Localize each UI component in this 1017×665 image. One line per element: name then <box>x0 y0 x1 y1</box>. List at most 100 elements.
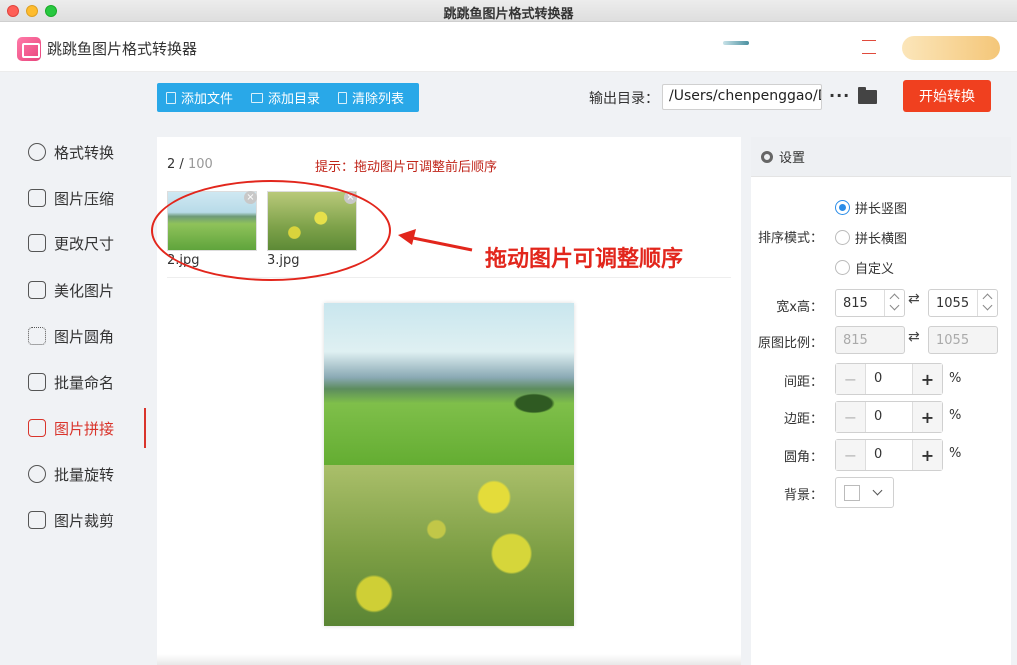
sidebar-item-crop[interactable]: 图片裁剪 <box>0 500 146 540</box>
file-toolbar: 添加文件 添加目录 清除列表 <box>157 83 419 112</box>
start-convert-button[interactable]: 开始转换 <box>903 80 991 112</box>
image-count-total: 100 <box>187 157 213 172</box>
sidebar-item-label: 格式转换 <box>54 143 115 162</box>
corner-value[interactable]: 0 <box>874 447 882 462</box>
crop-icon <box>28 511 46 529</box>
ratio-height-value: 1055 <box>936 333 970 348</box>
gear-icon <box>761 150 773 163</box>
increase-button[interactable]: + <box>912 440 942 470</box>
radio-icon <box>835 260 850 275</box>
spacing-stepper[interactable]: − 0 + <box>835 363 943 395</box>
drag-hint-text: 提示：拖动图片可调整前后顺序 <box>315 160 498 175</box>
rename-icon <box>28 373 46 391</box>
header-promo-banner[interactable] <box>902 36 1000 60</box>
add-file-button[interactable]: 添加文件 <box>157 83 242 112</box>
resize-icon <box>28 234 46 252</box>
ratio-label: 原图比例： <box>757 336 823 351</box>
sidebar-item-label: 批量命名 <box>54 373 115 392</box>
output-directory-input[interactable]: /Users/chenpenggao/D <box>662 84 822 110</box>
sidebar-item-compress[interactable]: 图片压缩 <box>0 178 146 218</box>
sidebar-item-label: 图片圆角 <box>54 327 115 346</box>
margin-stepper[interactable]: − 0 + <box>835 401 943 433</box>
add-file-label: 添加文件 <box>181 92 234 107</box>
sidebar-item-label: 美化图片 <box>54 281 115 300</box>
open-folder-icon[interactable] <box>858 87 877 104</box>
sort-option-label: 自定义 <box>855 262 895 277</box>
more-options-button[interactable]: ··· <box>829 86 850 105</box>
spacing-value[interactable]: 0 <box>874 371 882 386</box>
height-value: 1055 <box>936 296 970 311</box>
decrease-button[interactable]: − <box>836 440 866 470</box>
app-name: 跳跳鱼图片格式转换器 <box>47 40 198 58</box>
settings-title: 设置 <box>779 151 806 166</box>
corner-stepper[interactable]: − 0 + <box>835 439 943 471</box>
app-header: 跳跳鱼图片格式转换器 <box>0 22 1017 72</box>
radio-icon <box>835 230 850 245</box>
percent-unit: % <box>949 446 962 461</box>
margin-value[interactable]: 0 <box>874 409 882 424</box>
sidebar-item-format-convert[interactable]: 格式转换 <box>0 132 146 172</box>
sidebar-item-beautify[interactable]: 美化图片 <box>0 270 146 310</box>
header-decoration-icon <box>723 41 749 45</box>
swap-dimensions-icon[interactable]: ⇄ <box>908 291 920 307</box>
ratio-width-value: 815 <box>843 333 868 348</box>
folder-icon <box>251 92 264 103</box>
sidebar-item-label: 批量旋转 <box>54 465 115 484</box>
clear-list-label: 清除列表 <box>352 92 405 107</box>
sidebar-item-label: 更改尺寸 <box>54 234 115 253</box>
stepper-arrows-icon[interactable] <box>977 290 997 316</box>
sidebar: 格式转换 图片压缩 更改尺寸 美化图片 图片圆角 批量命名 图片拼接 批量旋转 … <box>0 72 146 665</box>
clear-list-button[interactable]: 清除列表 <box>329 83 413 112</box>
sort-option-custom[interactable]: 自定义 <box>835 258 894 277</box>
stitch-icon <box>28 419 46 437</box>
increase-button[interactable]: + <box>912 364 942 394</box>
sidebar-item-rename[interactable]: 批量命名 <box>0 362 146 402</box>
swap-ratio-icon: ⇄ <box>908 329 920 345</box>
annotation-arrow-icon <box>398 229 473 252</box>
decrease-button[interactable]: − <box>836 364 866 394</box>
size-label: 宽x高： <box>776 300 823 315</box>
rounded-corner-icon <box>28 327 46 345</box>
decrease-button[interactable]: − <box>836 402 866 432</box>
beautify-icon <box>28 281 46 299</box>
width-value: 815 <box>843 296 868 311</box>
sidebar-item-stitch[interactable]: 图片拼接 <box>0 408 146 448</box>
settings-header: 设置 <box>751 137 1011 177</box>
width-input[interactable]: 815 <box>835 289 905 317</box>
image-count-separator: / <box>175 157 188 172</box>
sidebar-item-label: 图片裁剪 <box>54 511 115 530</box>
add-directory-button[interactable]: 添加目录 <box>242 83 329 112</box>
panel-bottom-edge <box>157 654 741 665</box>
sort-option-label: 拼长横图 <box>855 232 908 247</box>
chevron-down-icon <box>872 485 883 496</box>
settings-panel: 设置 排序模式： 拼长竖图 拼长横图 自定义 宽x高： 815 ⇄ 1055 原… <box>751 137 1011 665</box>
stepper-arrows-icon[interactable] <box>884 290 904 316</box>
sidebar-item-resize[interactable]: 更改尺寸 <box>0 223 146 263</box>
trash-icon <box>338 91 348 104</box>
background-color-select[interactable] <box>835 477 894 508</box>
sort-option-horizontal[interactable]: 拼长横图 <box>835 228 907 247</box>
background-label: 背景： <box>783 488 823 503</box>
percent-unit: % <box>949 408 962 423</box>
ratio-width-input: 815 <box>835 326 905 354</box>
menu-icon[interactable] <box>862 40 876 54</box>
compress-icon <box>28 189 46 207</box>
window-titlebar: 跳跳鱼图片格式转换器 <box>0 0 1017 22</box>
margin-label: 边距： <box>783 412 823 427</box>
sidebar-item-rotate[interactable]: 批量旋转 <box>0 454 146 494</box>
color-swatch <box>844 485 860 501</box>
add-directory-label: 添加目录 <box>268 92 321 107</box>
spacing-label: 间距： <box>783 375 823 390</box>
sidebar-item-rounded-corner[interactable]: 图片圆角 <box>0 316 146 356</box>
sidebar-item-label: 图片压缩 <box>54 189 115 208</box>
height-input[interactable]: 1055 <box>928 289 998 317</box>
rotate-icon <box>28 465 46 483</box>
increase-button[interactable]: + <box>912 402 942 432</box>
file-icon <box>166 91 176 104</box>
corner-label: 圆角： <box>783 450 823 465</box>
app-logo-icon <box>17 37 41 61</box>
sort-mode-label: 排序模式： <box>757 231 823 246</box>
sort-option-vertical[interactable]: 拼长竖图 <box>835 198 907 217</box>
output-directory-label: 输出目录： <box>589 91 659 107</box>
preview-image-flowers <box>324 465 574 626</box>
